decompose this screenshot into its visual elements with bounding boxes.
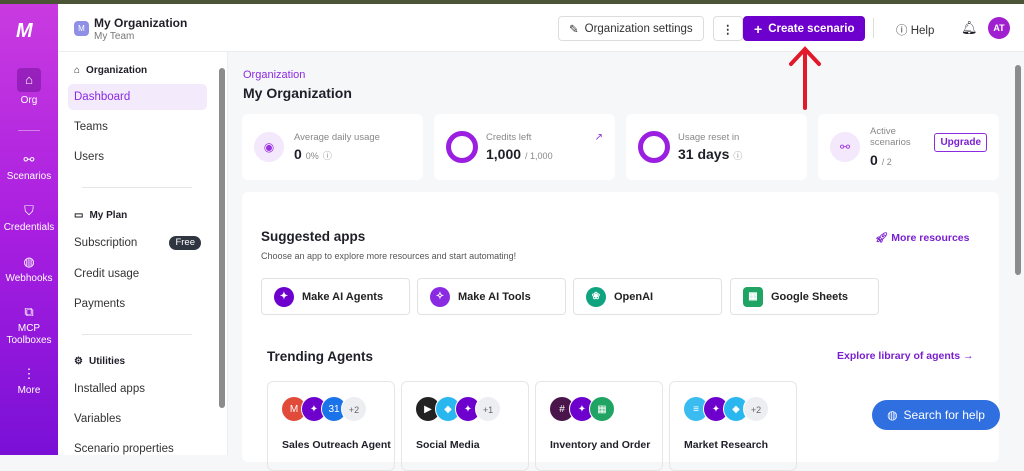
sidebar-item-dashboard[interactable]: Dashboard (68, 84, 207, 110)
create-scenario-button[interactable]: + Create scenario (743, 16, 866, 41)
kebab-icon: ⋮ (722, 23, 734, 36)
section-my-plan: ▭ My Plan (74, 210, 128, 221)
agent-card[interactable]: ≡ ✦ ◆ +2 Market Research (669, 381, 797, 471)
sheets-icon: ▦ (743, 286, 763, 307)
sidebar-item-users[interactable]: Users (68, 144, 207, 170)
main-nav-rail: M ⌂ Org ⚯ Scenarios ⛉ Credentials ◍ Webhooks… (0, 4, 58, 455)
main-scrollbar[interactable] (1012, 53, 1024, 455)
rail-item-org[interactable]: ⌂ Org (0, 68, 58, 106)
home-icon: ⌂ (74, 65, 81, 76)
app-make-ai-agents[interactable]: ✦ Make AI Agents (261, 278, 410, 315)
agent-card[interactable]: ▶ ◆ ✦ +1 Social Media (401, 381, 529, 471)
share-icon: ⚯ (23, 152, 35, 167)
page-title: My Organization (243, 85, 352, 101)
stat-credits-left: Credits left ↗ 1,000/ 1,000 (434, 114, 615, 180)
section-utilities: ⚙ Utilities (74, 356, 126, 367)
help-icon[interactable]: ⓘ (733, 151, 742, 161)
home-icon: ⌂ (17, 68, 41, 92)
reset-ring (638, 131, 670, 163)
section-organization: ⌂ Organization (74, 65, 148, 76)
user-avatar[interactable]: AT (988, 17, 1010, 39)
agent-card[interactable]: M ✦ 31 +2 Sales Outreach Agent (267, 381, 395, 471)
gear-icon: ⚙ (74, 356, 83, 367)
app-make-ai-tools[interactable]: ✧ Make AI Tools (417, 278, 566, 315)
stat-average-daily-usage: ◉ Average daily usage 0 0% ⓘ (242, 114, 423, 180)
credits-ring (446, 131, 478, 163)
openai-icon: ❀ (586, 286, 606, 307)
org-avatar: M (74, 21, 89, 36)
agent-card[interactable]: # ✦ ▦ Inventory and Order (535, 381, 663, 471)
sidebar-scrollbar[interactable] (218, 60, 226, 455)
usage-icon: ◉ (254, 132, 284, 162)
rocket-icon: 🚀︎ (875, 232, 889, 244)
org-switcher[interactable]: M My Organization My Team (58, 4, 228, 52)
help-icon[interactable]: ⓘ (323, 151, 332, 161)
stat-usage-reset: Usage reset in 31 days ⓘ (626, 114, 807, 180)
sidebar-item-subscription[interactable]: Subscription Free (68, 230, 207, 256)
external-link-icon[interactable]: ↗ (595, 132, 603, 143)
trending-agents-title: Trending Agents (267, 349, 374, 364)
team-name: My Team (94, 31, 135, 42)
make-logo[interactable]: M (16, 20, 33, 43)
sidebar-item-installed-apps[interactable]: Installed apps (68, 376, 207, 402)
sidebar-item-payments[interactable]: Payments (68, 291, 207, 317)
share-icon: ⚯ (830, 132, 860, 162)
shield-icon: ⛉ (24, 203, 34, 218)
ai-tools-icon: ✧ (430, 286, 450, 307)
divider (873, 18, 874, 38)
rail-divider (18, 130, 40, 131)
globe-icon: ◍ (23, 254, 35, 269)
organization-settings-button[interactable]: ✎ Organization settings (558, 16, 704, 41)
ai-agents-icon: ✦ (274, 286, 294, 307)
edit-icon: ✎ (569, 23, 579, 36)
rail-item-credentials[interactable]: ⛉ Credentials (0, 203, 58, 233)
help-button[interactable]: ⓘ Help (896, 22, 934, 38)
sidebar-item-variables[interactable]: Variables (68, 406, 207, 432)
more-dots-icon: ⋮ (22, 366, 36, 381)
sidebar-item-scenario-properties[interactable]: Scenario properties (68, 436, 207, 462)
rail-item-webhooks[interactable]: ◍ Webhooks (0, 254, 58, 284)
card-icon: ▭ (74, 210, 84, 221)
mcp-icon: ⧉ (24, 304, 34, 319)
divider (82, 334, 192, 335)
org-name: My Organization (94, 16, 188, 30)
rail-item-more[interactable]: ⋮ More (0, 366, 58, 396)
help-icon: ⓘ (896, 25, 908, 37)
globe-icon: ◍ (887, 408, 898, 422)
plus-icon: + (754, 20, 763, 37)
app-openai[interactable]: ❀ OpenAI (573, 278, 722, 315)
bell-icon[interactable]: 🔔︎ (961, 20, 978, 36)
suggested-apps-title: Suggested apps (261, 229, 366, 244)
secondary-sidebar: ⌂ Organization Dashboard Teams Users ▭ My … (58, 4, 228, 455)
sidebar-item-teams[interactable]: Teams (68, 114, 207, 140)
top-header: ✎ Organization settings ⋮ + Create scenari… (228, 4, 1024, 52)
red-arrow-annotation (789, 46, 821, 110)
rail-item-scenarios[interactable]: ⚯ Scenarios (0, 152, 58, 182)
divider (82, 187, 192, 188)
upgrade-button[interactable]: Upgrade (934, 133, 987, 152)
sheets-icon: ▦ (589, 396, 615, 422)
breadcrumb[interactable]: Organization (243, 69, 305, 81)
more-resources-link[interactable]: 🚀︎ More resources (875, 231, 969, 244)
app-google-sheets[interactable]: ▦ Google Sheets (730, 278, 879, 315)
explore-agents-link[interactable]: Explore library of agents → (837, 350, 974, 362)
more-options-button[interactable]: ⋮ (713, 16, 743, 41)
rail-item-mcp-toolboxes[interactable]: ⧉ MCP Toolboxes (0, 304, 58, 347)
sidebar-item-credit-usage[interactable]: Credit usage (68, 261, 207, 287)
plan-badge: Free (169, 236, 201, 250)
search-for-help-button[interactable]: ◍ Search for help (872, 400, 1000, 430)
stat-active-scenarios: ⚯ Active scenarios 0/ 2 Upgrade (818, 114, 999, 180)
